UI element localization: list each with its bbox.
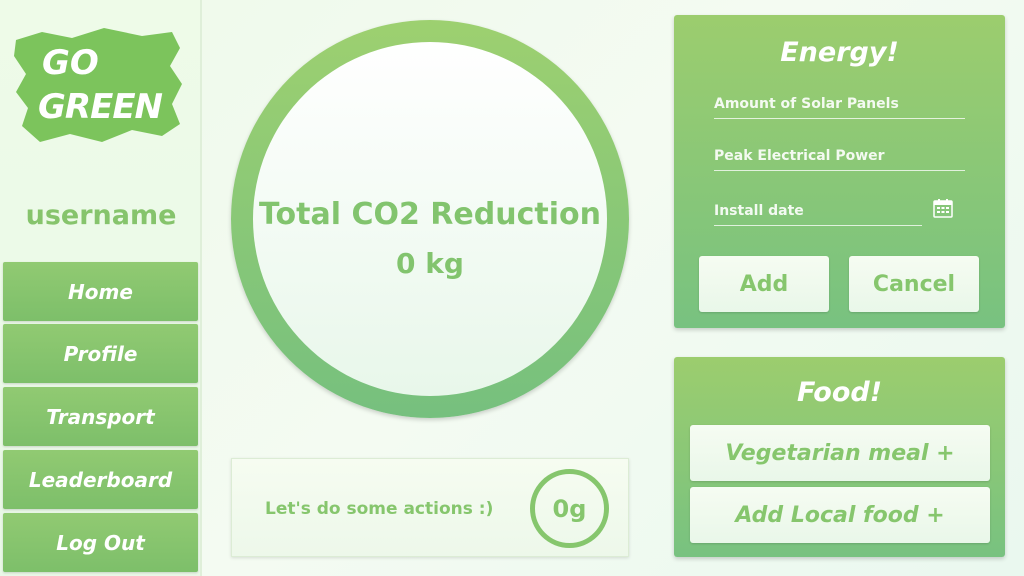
vegetarian-meal-button[interactable]: Vegetarian meal + bbox=[690, 425, 990, 481]
energy-title: Energy! bbox=[780, 37, 899, 68]
energy-panel: Energy! Add Cancel bbox=[674, 15, 1005, 328]
co2-ring: Total CO2 Reduction 0 kg bbox=[231, 20, 629, 418]
install-date-input[interactable] bbox=[714, 196, 922, 225]
actions-total-badge: 0g bbox=[530, 469, 609, 548]
username-label: username bbox=[25, 200, 177, 231]
nav-logout-button[interactable]: Log Out bbox=[3, 513, 198, 572]
sidebar: GO GREEN username Home Profile Transport… bbox=[0, 0, 202, 576]
food-title: Food! bbox=[796, 377, 883, 408]
actions-bar: Let's do some actions :) 0g bbox=[231, 458, 629, 557]
calendar-icon[interactable] bbox=[933, 198, 953, 218]
co2-title: Total CO2 Reduction bbox=[259, 197, 601, 232]
energy-add-button[interactable]: Add bbox=[699, 256, 829, 312]
peak-power-input[interactable] bbox=[714, 141, 965, 170]
solar-panels-input[interactable] bbox=[714, 89, 965, 118]
energy-cancel-button[interactable]: Cancel bbox=[849, 256, 979, 312]
peak-power-field[interactable] bbox=[714, 141, 965, 171]
nav-home-button[interactable]: Home bbox=[3, 262, 198, 321]
logo-text-line1: GO bbox=[42, 43, 99, 83]
actions-total-value: 0g bbox=[552, 494, 587, 523]
actions-prompt: Let's do some actions :) bbox=[265, 499, 494, 519]
nav-profile-button[interactable]: Profile bbox=[3, 324, 198, 383]
install-date-field[interactable] bbox=[714, 196, 922, 226]
logo-text-line2: GREEN bbox=[38, 87, 163, 127]
nav-leaderboard-button[interactable]: Leaderboard bbox=[3, 450, 198, 509]
food-panel: Food! Vegetarian meal + Add Local food + bbox=[674, 357, 1005, 557]
nav-transport-button[interactable]: Transport bbox=[3, 387, 198, 446]
co2-circle: Total CO2 Reduction 0 kg bbox=[253, 42, 607, 396]
go-green-logo: GO GREEN bbox=[12, 26, 184, 146]
add-local-food-button[interactable]: Add Local food + bbox=[690, 487, 990, 543]
solar-panels-field[interactable] bbox=[714, 89, 965, 119]
co2-value: 0 kg bbox=[396, 247, 464, 280]
